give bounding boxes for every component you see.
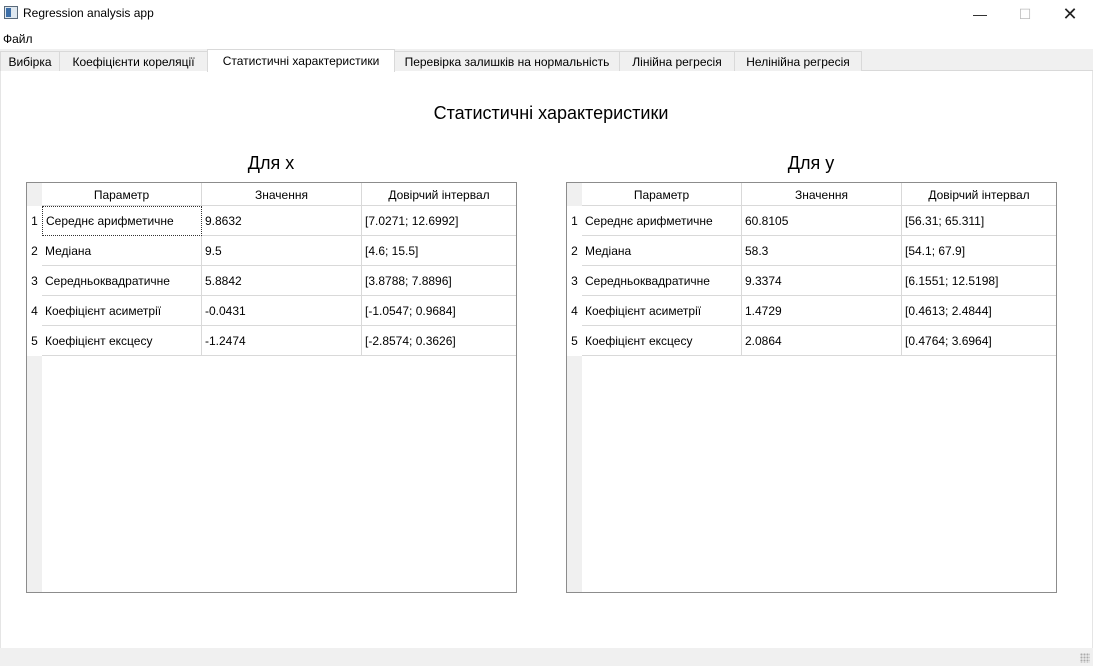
cell-interval[interactable]: [0.4764; 3.6964] [902,326,1056,356]
cell-value[interactable]: 9.8632 [202,206,362,236]
cell-value[interactable]: 5.8842 [202,266,362,296]
cell-interval[interactable]: [56.31; 65.311] [902,206,1056,236]
row-number[interactable]: 1 [567,206,582,236]
page-title: Статистичні характеристики [433,103,669,123]
cell-parameter[interactable]: Медіана [582,236,742,266]
cell-parameter[interactable]: Коефіцієнт ексцесу [582,326,742,356]
table-row[interactable]: 4 Коефіцієнт асиметрії -0.0431 [-1.0547;… [27,296,516,326]
row-number[interactable]: 2 [567,236,582,266]
column-header-parameter[interactable]: Параметр [42,183,202,206]
cell-parameter[interactable]: Середньоквадратичне [42,266,202,296]
cell-interval[interactable]: [54.1; 67.9] [902,236,1056,266]
cell-value[interactable]: 9.5 [202,236,362,266]
tab-residuals-normality[interactable]: Перевірка залишків на нормальність [394,51,620,71]
table-header: Параметр Значення Довірчий інтервал [582,183,1056,206]
cell-parameter[interactable]: Середньоквадратичне [582,266,742,296]
cell-interval[interactable]: [-1.0547; 0.9684] [362,296,516,326]
cell-value[interactable]: 9.3374 [742,266,902,296]
column-header-interval[interactable]: Довірчий інтервал [362,183,516,206]
status-bar [0,648,1093,666]
tab-bar: Вибірка Коефіцієнти кореляції Статистичн… [0,49,1093,72]
row-number[interactable]: 1 [27,206,42,236]
cell-interval[interactable]: [-2.8574; 0.3626] [362,326,516,356]
table-y-title: Для y [787,153,835,173]
window-title: Regression analysis app [23,6,154,20]
maximize-button[interactable]: ☐ [1002,0,1048,28]
cell-parameter[interactable]: Коефіцієнт асиметрії [42,296,202,326]
row-number[interactable]: 5 [27,326,42,356]
tab-statistics[interactable]: Статистичні характеристики [207,49,395,72]
column-header-value[interactable]: Значення [742,183,902,206]
table-x-title: Для x [247,153,295,173]
tab-sample[interactable]: Вибірка [0,51,60,71]
cell-parameter[interactable]: Середнє арифметичне [582,206,742,236]
cell-value[interactable]: 58.3 [742,236,902,266]
cell-interval[interactable]: [7.0271; 12.6992] [362,206,516,236]
table-row[interactable]: 1 Середнє арифметичне 60.8105 [56.31; 65… [567,206,1056,236]
column-header-interval[interactable]: Довірчий інтервал [902,183,1056,206]
table-row[interactable]: 3 Середньоквадратичне 9.3374 [6.1551; 12… [567,266,1056,296]
table-row[interactable]: 2 Медіана 9.5 [4.6; 15.5] [27,236,516,266]
table-row[interactable]: 2 Медіана 58.3 [54.1; 67.9] [567,236,1056,266]
cell-parameter[interactable]: Медіана [42,236,202,266]
table-row[interactable]: 1 Середнє арифметичне 9.8632 [7.0271; 12… [27,206,516,236]
row-number[interactable]: 3 [567,266,582,296]
row-number[interactable]: 5 [567,326,582,356]
table-row[interactable]: 3 Середньоквадратичне 5.8842 [3.8788; 7.… [27,266,516,296]
table-row[interactable]: 5 Коефіцієнт ексцесу -1.2474 [-2.8574; 0… [27,326,516,356]
column-header-value[interactable]: Значення [202,183,362,206]
cell-value[interactable]: 1.4729 [742,296,902,326]
menu-bar: Файл [0,30,1093,47]
cell-interval[interactable]: [6.1551; 12.5198] [902,266,1056,296]
cell-value[interactable]: 60.8105 [742,206,902,236]
table-header: Параметр Значення Довірчий інтервал [42,183,516,206]
cell-interval[interactable]: [3.8788; 7.8896] [362,266,516,296]
cell-parameter[interactable]: Середнє арифметичне [42,206,202,236]
table-y[interactable]: Параметр Значення Довірчий інтервал 1 Се… [566,182,1057,593]
minimize-button[interactable]: — [957,0,1003,28]
tab-nonlinear-regression[interactable]: Нелінійна регресія [734,51,862,71]
cell-value[interactable]: 2.0864 [742,326,902,356]
resize-grip-icon[interactable] [1080,653,1090,663]
app-icon [4,6,18,19]
column-header-parameter[interactable]: Параметр [582,183,742,206]
cell-parameter[interactable]: Коефіцієнт асиметрії [582,296,742,326]
cell-interval[interactable]: [4.6; 15.5] [362,236,516,266]
menu-file[interactable]: Файл [3,32,33,46]
tab-correlation[interactable]: Коефіцієнти кореляції [59,51,208,71]
cell-parameter[interactable]: Коефіцієнт ексцесу [42,326,202,356]
cell-value[interactable]: -0.0431 [202,296,362,326]
table-row[interactable]: 4 Коефіцієнт асиметрії 1.4729 [0.4613; 2… [567,296,1056,326]
row-number[interactable]: 3 [27,266,42,296]
row-number[interactable]: 2 [27,236,42,266]
tab-linear-regression[interactable]: Лінійна регресія [619,51,735,71]
title-bar: Regression analysis app — ☐ ✕ [0,0,1093,28]
table-row[interactable]: 5 Коефіцієнт ексцесу 2.0864 [0.4764; 3.6… [567,326,1056,356]
row-number[interactable]: 4 [567,296,582,326]
close-button[interactable]: ✕ [1047,0,1093,28]
table-x[interactable]: Параметр Значення Довірчий інтервал 1 Се… [26,182,517,593]
cell-value[interactable]: -1.2474 [202,326,362,356]
cell-interval[interactable]: [0.4613; 2.4844] [902,296,1056,326]
row-number[interactable]: 4 [27,296,42,326]
